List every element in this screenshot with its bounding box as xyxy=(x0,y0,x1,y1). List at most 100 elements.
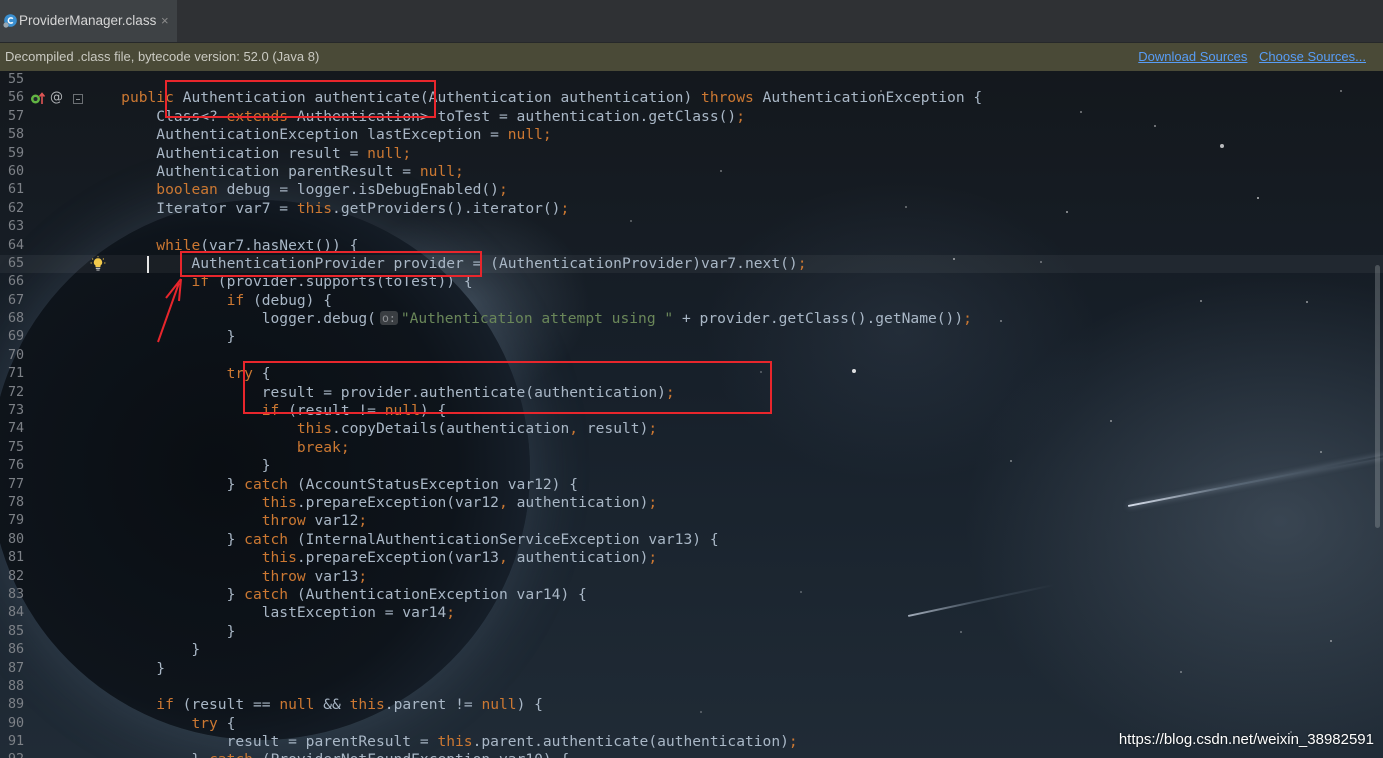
code-line[interactable]: 92 } catch (ProviderNotFoundException va… xyxy=(0,751,1383,758)
line-number[interactable]: 68 xyxy=(8,310,24,328)
code-text[interactable]: throw var13; xyxy=(86,568,367,586)
code-text[interactable]: Authentication parentResult = null; xyxy=(86,163,464,181)
code-line[interactable]: 81 this.prepareException(var13, authenti… xyxy=(0,549,1383,567)
code-text[interactable]: Class<? extends Authentication> toTest =… xyxy=(86,108,745,126)
line-number[interactable]: 86 xyxy=(8,641,24,659)
code-text[interactable]: } xyxy=(86,623,236,641)
code-text[interactable]: this.prepareException(var12, authenticat… xyxy=(86,494,657,512)
code-text[interactable]: if (result != null) { xyxy=(86,402,447,420)
fold-minus-icon[interactable] xyxy=(73,94,83,104)
line-number[interactable]: 64 xyxy=(8,237,24,255)
code-text[interactable]: } xyxy=(86,328,236,346)
code-text[interactable]: } catch (InternalAuthenticationServiceEx… xyxy=(86,531,719,549)
code-line[interactable]: 59 Authentication result = null; xyxy=(0,145,1383,163)
code-text[interactable]: Iterator var7 = this.getProviders().iter… xyxy=(86,200,569,218)
code-line[interactable]: 61 boolean debug = logger.isDebugEnabled… xyxy=(0,181,1383,199)
code-text[interactable]: } catch (ProviderNotFoundException var10… xyxy=(86,751,569,758)
line-number[interactable]: 66 xyxy=(8,273,24,291)
code-line[interactable]: 62 Iterator var7 = this.getProviders().i… xyxy=(0,200,1383,218)
code-line[interactable]: 66 if (provider.supports(toTest)) { xyxy=(0,273,1383,291)
code-text[interactable]: lastException = var14; xyxy=(86,604,455,622)
code-text[interactable]: logger.debug(o: "Authentication attempt u… xyxy=(86,310,972,328)
code-line[interactable]: 89 if (result == null && this.parent != … xyxy=(0,696,1383,714)
code-text[interactable]: try { xyxy=(86,365,271,383)
code-line[interactable]: 76 } xyxy=(0,457,1383,475)
line-number[interactable]: 82 xyxy=(8,568,24,586)
code-line[interactable]: 87 } xyxy=(0,660,1383,678)
line-number[interactable]: 61 xyxy=(8,181,24,199)
code-line[interactable]: 77 } catch (AccountStatusException var12… xyxy=(0,476,1383,494)
line-number[interactable]: 67 xyxy=(8,292,24,310)
implements-method-icon[interactable] xyxy=(30,90,46,106)
line-number[interactable]: 79 xyxy=(8,512,24,530)
vertical-scrollbar-thumb[interactable] xyxy=(1375,265,1380,528)
line-number[interactable]: 92 xyxy=(8,751,24,758)
code-line[interactable]: 68 logger.debug(o: "Authentication attemp… xyxy=(0,310,1383,328)
code-line[interactable]: 60 Authentication parentResult = null; xyxy=(0,163,1383,181)
line-number[interactable]: 59 xyxy=(8,145,24,163)
line-number[interactable]: 56 xyxy=(8,89,24,107)
code-text[interactable]: if (result == null && this.parent != nul… xyxy=(86,696,543,714)
code-line[interactable]: 72 result = provider.authenticate(authen… xyxy=(0,384,1383,402)
code-line[interactable]: 78 this.prepareException(var12, authenti… xyxy=(0,494,1383,512)
line-number[interactable]: 58 xyxy=(8,126,24,144)
line-number[interactable]: 76 xyxy=(8,457,24,475)
code-line[interactable]: 63 xyxy=(0,218,1383,236)
code-text[interactable]: break; xyxy=(86,439,350,457)
line-number[interactable]: 91 xyxy=(8,733,24,751)
line-number[interactable]: 80 xyxy=(8,531,24,549)
line-number[interactable]: 71 xyxy=(8,365,24,383)
tab-provider-manager-class[interactable]: ProviderManager.class × xyxy=(0,0,177,42)
line-number[interactable]: 60 xyxy=(8,163,24,181)
code-text[interactable]: throw var12; xyxy=(86,512,367,530)
line-number[interactable]: 55 xyxy=(8,71,24,89)
code-text[interactable]: if (provider.supports(toTest)) { xyxy=(86,273,472,291)
code-text[interactable]: AuthenticationProvider provider = (Authe… xyxy=(86,255,806,273)
code-line[interactable]: 64 while(var7.hasNext()) { xyxy=(0,237,1383,255)
code-editor[interactable]: 55 56 public Authentication authenticate(… xyxy=(0,71,1383,758)
line-number[interactable]: 89 xyxy=(8,696,24,714)
code-line[interactable]: 75 break; xyxy=(0,439,1383,457)
line-number[interactable]: 63 xyxy=(8,218,24,236)
choose-sources-link[interactable]: Choose Sources... xyxy=(1259,49,1366,64)
code-text[interactable]: public Authentication authenticate(Authe… xyxy=(86,89,982,107)
line-number[interactable]: 81 xyxy=(8,549,24,567)
code-text[interactable]: } xyxy=(86,457,271,475)
line-number[interactable]: 77 xyxy=(8,476,24,494)
code-text[interactable]: } catch (AccountStatusException var12) { xyxy=(86,476,578,494)
line-number[interactable]: 78 xyxy=(8,494,24,512)
download-sources-link[interactable]: Download Sources xyxy=(1138,49,1247,64)
lightbulb-icon[interactable] xyxy=(90,256,106,272)
code-line[interactable]: 79 throw var12; xyxy=(0,512,1383,530)
code-text[interactable]: } catch (AuthenticationException var14) … xyxy=(86,586,587,604)
code-line[interactable]: 69 } xyxy=(0,328,1383,346)
code-text[interactable]: this.prepareException(var13, authenticat… xyxy=(86,549,657,567)
code-line[interactable]: 57 Class<? extends Authentication> toTes… xyxy=(0,108,1383,126)
line-number[interactable]: 70 xyxy=(8,347,24,365)
code-line[interactable]: 80 } catch (InternalAuthenticationServic… xyxy=(0,531,1383,549)
code-text[interactable]: if (debug) { xyxy=(86,292,332,310)
code-line[interactable]: 65 AuthenticationProvider provider = (Au… xyxy=(0,255,1383,273)
line-number[interactable]: 62 xyxy=(8,200,24,218)
line-number[interactable]: 75 xyxy=(8,439,24,457)
code-line[interactable]: 85 } xyxy=(0,623,1383,641)
code-text[interactable]: result = provider.authenticate(authentic… xyxy=(86,384,675,402)
code-text[interactable]: while(var7.hasNext()) { xyxy=(86,237,358,255)
code-line[interactable]: 86 } xyxy=(0,641,1383,659)
line-number[interactable]: 88 xyxy=(8,678,24,696)
line-number[interactable]: 87 xyxy=(8,660,24,678)
line-number[interactable]: 85 xyxy=(8,623,24,641)
line-number[interactable]: 90 xyxy=(8,715,24,733)
code-line[interactable]: 74 this.copyDetails(authentication, resu… xyxy=(0,420,1383,438)
line-number[interactable]: 57 xyxy=(8,108,24,126)
code-line[interactable]: 82 throw var13; xyxy=(0,568,1383,586)
code-line[interactable]: 67 if (debug) { xyxy=(0,292,1383,310)
line-number[interactable]: 74 xyxy=(8,420,24,438)
code-text[interactable]: this.copyDetails(authentication, result)… xyxy=(86,420,657,438)
code-line[interactable]: 88 xyxy=(0,678,1383,696)
code-text[interactable]: result = parentResult = this.parent.auth… xyxy=(86,733,798,751)
code-text[interactable]: } xyxy=(86,660,165,678)
code-line[interactable]: 70 xyxy=(0,347,1383,365)
code-text[interactable]: } xyxy=(86,641,200,659)
line-number[interactable]: 84 xyxy=(8,604,24,622)
